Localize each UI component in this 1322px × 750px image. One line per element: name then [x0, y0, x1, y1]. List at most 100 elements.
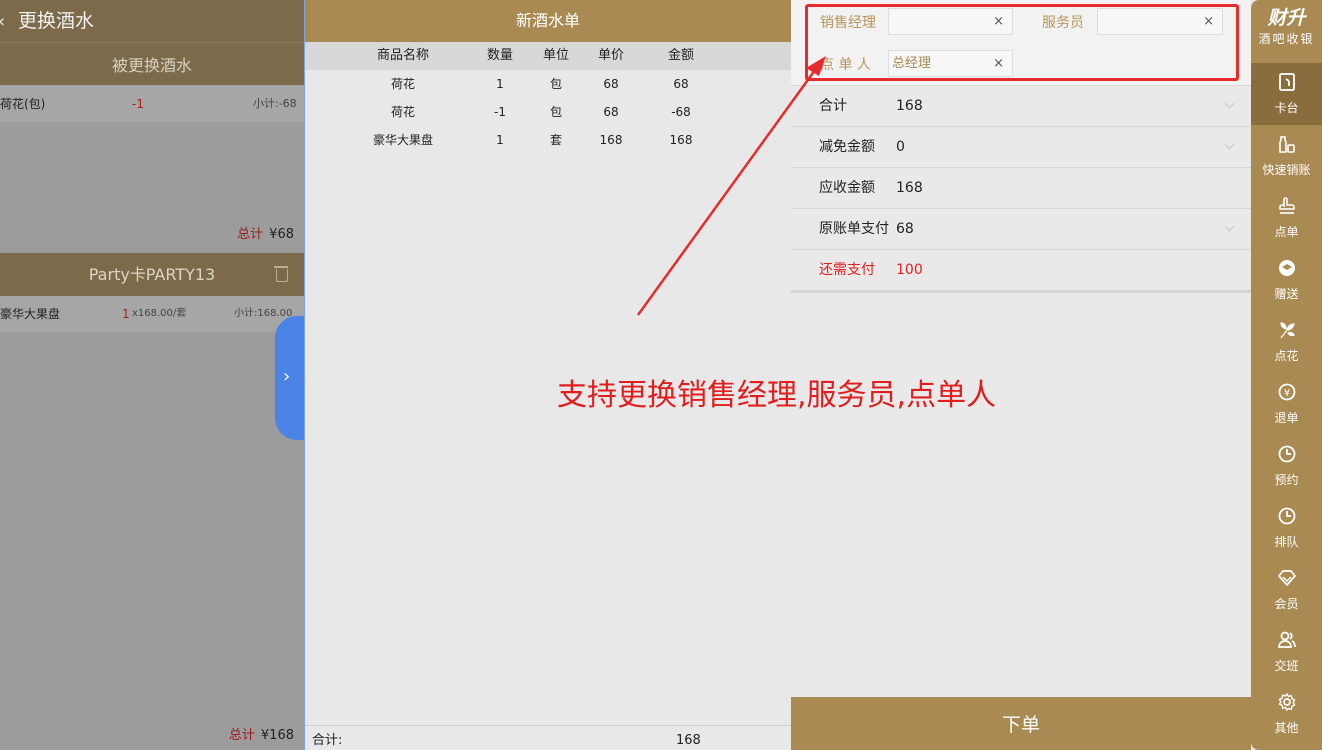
card-total: 总计 ¥168 — [229, 724, 294, 743]
clear-icon[interactable]: × — [1203, 9, 1214, 34]
cell-name: 豪华大果盘 — [372, 133, 433, 147]
chevron-down-icon[interactable] — [1225, 209, 1235, 250]
cell-amount: 168 — [669, 133, 693, 147]
orderer-field[interactable]: 总经理 × — [888, 50, 1013, 77]
main-nav: 财升 酒吧收银 卡台 快速销账 点单 赠送 点花 ¥ 退单 预约 排队 会员 交… — [1251, 0, 1322, 750]
cell-name: 荷花 — [390, 77, 415, 91]
total-value: ¥168 — [260, 728, 294, 743]
clear-icon[interactable]: × — [993, 9, 1004, 34]
summary-value: 168 — [896, 180, 923, 196]
chevron-right-icon: › — [283, 366, 291, 387]
list-item[interactable]: 豪华大果盘 1 x168.00/套 小计:168.00 — [0, 296, 304, 332]
nav-label: 退单 — [1274, 411, 1299, 425]
hand-pointer-icon — [1279, 197, 1295, 214]
nav-label: 交班 — [1274, 659, 1299, 673]
page-title: 更换酒水 — [18, 10, 95, 32]
nav-label: 排队 — [1274, 535, 1299, 549]
party-card-header: Party卡PARTY13 — [0, 253, 304, 296]
nav-item-queue[interactable]: 排队 — [1251, 497, 1322, 559]
column-header: 金额 — [667, 48, 694, 63]
door-icon — [1279, 73, 1295, 91]
back-chevron-icon[interactable]: ‹ — [0, 1, 12, 43]
column-header: 数量 — [486, 48, 513, 63]
nav-item-card-table[interactable]: 卡台 — [1251, 63, 1322, 125]
summary-label: 合计 — [819, 98, 847, 114]
trash-icon[interactable] — [274, 265, 288, 282]
chevron-down-icon[interactable] — [1225, 86, 1235, 127]
gear-icon — [1278, 692, 1296, 712]
nav-label: 赠送 — [1274, 287, 1299, 301]
column-header: 商品名称 — [376, 48, 429, 63]
waiter-label: 服务员 — [1042, 15, 1084, 31]
drawer-toggle-button[interactable]: › — [275, 316, 305, 440]
cell-amount: 68 — [673, 77, 689, 91]
flower-icon — [1280, 322, 1295, 339]
page-header: ‹ 更换酒水 — [0, 0, 304, 42]
item-name: 豪华大果盘 — [0, 307, 61, 321]
nav-item-shift[interactable]: 交班 — [1251, 621, 1322, 673]
nav-item-quick-settle[interactable]: 快速销账 — [1251, 125, 1322, 187]
summary-remaining-row: 还需支付 100 — [791, 250, 1251, 291]
nav-item-refund[interactable]: ¥ 退单 — [1251, 373, 1322, 435]
cell-qty: -1 — [494, 105, 506, 119]
nav-label: 会员 — [1274, 597, 1299, 611]
cell-price: 168 — [599, 133, 623, 147]
bottles-icon — [1279, 136, 1295, 153]
total-label: 总计 — [237, 227, 264, 242]
brand-subtitle: 酒吧收银 — [1258, 32, 1315, 46]
users-icon — [1278, 631, 1296, 648]
replaced-drinks-panel: ‹ 更换酒水 被更换酒水 荷花(包) -1 小计:-68 总计 ¥68 Party… — [0, 0, 304, 750]
summary-original-paid-row[interactable]: 原账单支付 68 — [791, 209, 1251, 250]
cell-unit: 包 — [549, 77, 562, 91]
summary-label: 还需支付 — [819, 262, 875, 278]
nav-item-gift[interactable]: 赠送 — [1251, 249, 1322, 311]
sales-manager-field[interactable]: × — [888, 8, 1013, 35]
item-qty: -1 — [132, 97, 144, 111]
order-footer: 合计: 168 — [305, 725, 791, 750]
nav-label: 点单 — [1274, 225, 1299, 239]
cell-qty: 1 — [496, 133, 504, 147]
summary-total-row[interactable]: 合计 168 — [791, 86, 1251, 127]
brand-logo: 财升 酒吧收银 — [1251, 0, 1322, 61]
table-row[interactable]: 荷花 1 包 68 68 — [305, 70, 791, 98]
list-item[interactable]: 荷花(包) -1 小计:-68 — [0, 86, 304, 122]
footer-label: 合计: — [312, 733, 343, 748]
clear-icon[interactable]: × — [993, 51, 1004, 76]
item-subtotal: 小计:-68 — [253, 97, 297, 110]
summary-receivable-row: 应收金额 168 — [791, 168, 1251, 209]
summary-label: 原账单支付 — [819, 221, 889, 237]
order-table: 商品名称 数量 单位 单价 金额 荷花 1 包 68 68 荷花 -1 包 68… — [305, 42, 791, 154]
total-label: 总计 — [228, 728, 255, 743]
summary-label: 减免金额 — [819, 139, 875, 155]
nav-item-order[interactable]: 点单 — [1251, 187, 1322, 249]
summary-discount-row[interactable]: 减免金额 0 — [791, 127, 1251, 168]
item-qty: 1 — [122, 307, 130, 321]
nav-item-other[interactable]: 其他 — [1251, 683, 1322, 745]
brand-title: 财升 — [1267, 7, 1306, 29]
clock-icon — [1278, 445, 1296, 463]
item-name: 荷花(包) — [0, 97, 46, 111]
summary-value: 68 — [896, 221, 914, 237]
queue-clock-icon — [1278, 507, 1296, 525]
staff-section: 销售经理 × 服务员 × 点 单 人 总经理 × — [791, 0, 1251, 86]
nav-item-flower[interactable]: 点花 — [1251, 311, 1322, 373]
cell-qty: 1 — [496, 77, 504, 91]
footer-total: 168 — [676, 733, 701, 748]
divider — [791, 290, 1251, 293]
nav-item-reservation[interactable]: 预约 — [1251, 435, 1322, 497]
table-row[interactable]: 荷花 -1 包 68 -68 — [305, 98, 791, 126]
waiter-field[interactable]: × — [1097, 8, 1223, 35]
replaced-total: 总计 ¥68 — [237, 223, 294, 242]
table-row[interactable]: 豪华大果盘 1 套 168 168 — [305, 126, 791, 154]
nav-label: 点花 — [1274, 349, 1299, 363]
cell-name: 荷花 — [390, 105, 415, 119]
chevron-down-icon[interactable] — [1225, 127, 1235, 168]
nav-item-member[interactable]: 会员 — [1251, 559, 1322, 621]
cell-price: 68 — [603, 105, 619, 119]
summary-value: 168 — [896, 98, 923, 114]
place-order-button[interactable]: 下单 — [791, 697, 1251, 750]
total-value: ¥68 — [269, 227, 294, 242]
cell-price: 68 — [603, 77, 619, 91]
nav-label: 预约 — [1274, 473, 1299, 487]
nav-label: 其他 — [1274, 721, 1299, 735]
